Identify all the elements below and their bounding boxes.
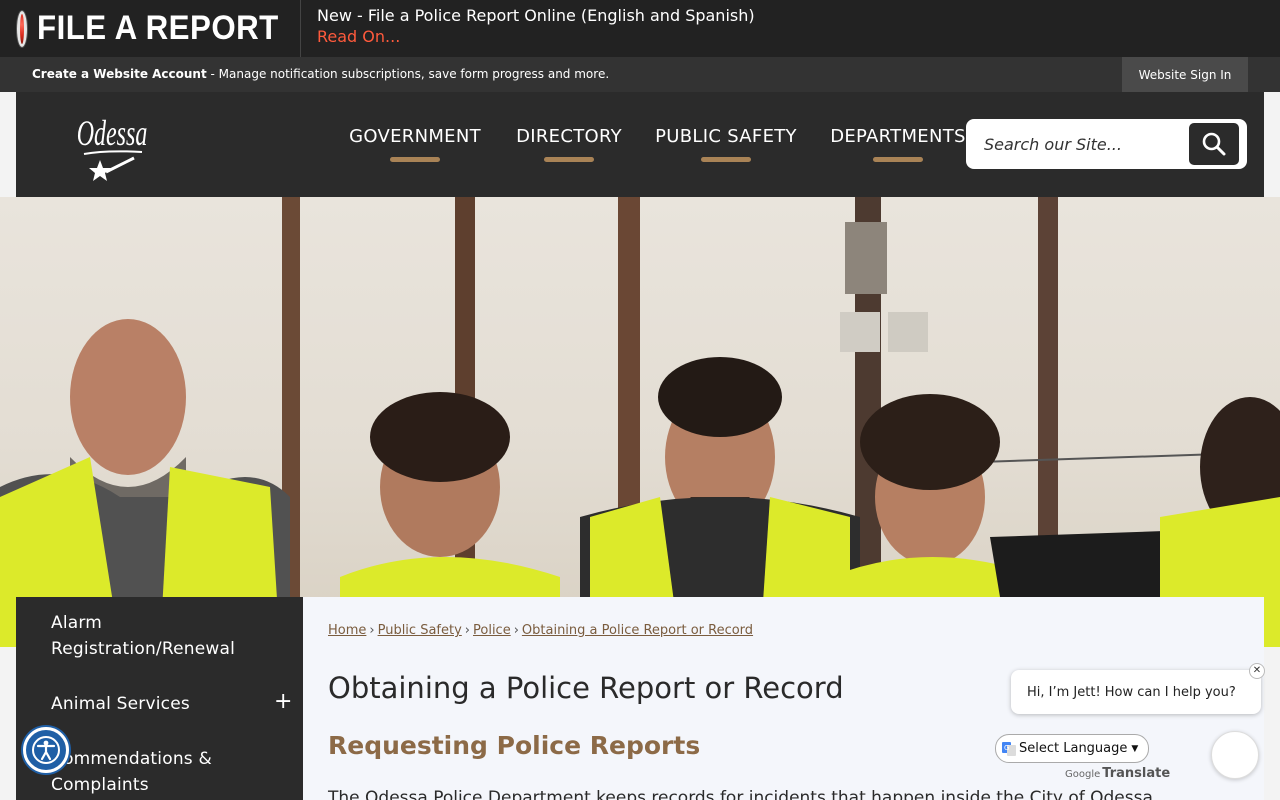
alert-banner-link[interactable]: FILE A REPORT [0, 0, 301, 57]
search-input[interactable] [966, 119, 1188, 169]
create-account-link[interactable]: Create a Website Account [32, 67, 207, 81]
account-message: Create a Website Account - Manage notifi… [32, 67, 609, 81]
language-select[interactable]: G Select Language ▼ [995, 734, 1149, 763]
body-paragraph: The Odessa Police Department keeps recor… [328, 788, 1159, 800]
nav-directory[interactable]: DIRECTORY [498, 92, 640, 197]
svg-text:G: G [1004, 744, 1009, 752]
search-icon [1202, 132, 1226, 156]
hero-photo [0, 197, 1280, 647]
alert-bar: FILE A REPORT New - File a Police Report… [0, 0, 1280, 57]
nav-public-safety[interactable]: PUBLIC SAFETY [640, 92, 812, 197]
accessibility-button[interactable] [23, 727, 69, 773]
chevron-down-icon: ▼ [1131, 743, 1139, 754]
alert-title: FILE A REPORT [37, 9, 279, 47]
chat-launcher-button[interactable] [1211, 731, 1259, 779]
hero-image [0, 197, 1280, 647]
breadcrumb-current[interactable]: Obtaining a Police Report or Record [522, 623, 753, 638]
google-brand: Google [1065, 769, 1101, 780]
sidebar-nav: Alarm Registration/Renewal Animal Servic… [16, 597, 303, 800]
chat-close-button[interactable]: ✕ [1249, 663, 1265, 679]
svg-text:Odessa: Odessa [77, 113, 148, 153]
odessa-logo[interactable]: Odessa [76, 110, 148, 184]
breadcrumb-home[interactable]: Home [328, 623, 366, 638]
breadcrumb-separator: › [369, 623, 375, 638]
breadcrumb-separator: › [464, 623, 470, 638]
account-bar: Create a Website Account - Manage notifi… [0, 57, 1280, 92]
nav-departments[interactable]: DEPARTMENTS [812, 92, 984, 197]
google-translate-credit: Google Translate [1065, 766, 1170, 781]
google-translate-icon: G [1002, 741, 1016, 756]
nav-government[interactable]: GOVERNMENT [332, 92, 498, 197]
website-sign-in-button[interactable]: Website Sign In [1122, 57, 1248, 92]
alert-circle-icon [17, 10, 28, 47]
breadcrumb: Home › Public Safety › Police › Obtaining a Po… [328, 623, 753, 638]
read-on-link[interactable]: Read On... [317, 26, 400, 48]
accessibility-icon [32, 736, 60, 764]
breadcrumb-police[interactable]: Police [473, 623, 511, 638]
breadcrumb-public-safety[interactable]: Public Safety [378, 623, 462, 638]
sidebar-item-alarm-registration[interactable]: Alarm Registration/Renewal [51, 610, 291, 662]
section-heading: Requesting Police Reports [328, 731, 701, 760]
language-select-label: Select Language [1019, 741, 1128, 756]
chat-greeting-bubble[interactable]: Hi, I’m Jett! How can I help you? [1011, 670, 1261, 714]
alert-message: New - File a Police Report Online (Engli… [317, 6, 755, 25]
sidebar-item-animal-services[interactable]: Animal Services [51, 691, 291, 717]
nav-underline [390, 157, 440, 162]
account-description: - Manage notification subscriptions, sav… [206, 67, 610, 81]
odessa-logo-icon: Odessa [77, 113, 148, 181]
nav-underline [544, 157, 594, 162]
search-button[interactable] [1189, 123, 1239, 165]
main-nav: GOVERNMENT DIRECTORY PUBLIC SAFETY DEPAR… [332, 92, 984, 197]
page-title: Obtaining a Police Report or Record [328, 671, 844, 705]
translate-link[interactable]: Translate [1102, 766, 1170, 781]
breadcrumb-separator: › [513, 623, 519, 638]
alert-content: New - File a Police Report Online (Engli… [301, 0, 755, 57]
site-header: Odessa GOVERNMENT DIRECTORY PUBLIC SAFET… [16, 92, 1264, 197]
chat-greeting-text: Hi, I’m Jett! How can I help you? [1027, 684, 1236, 700]
expand-toggle-animal-services[interactable]: + [274, 689, 292, 715]
search-box [966, 119, 1247, 169]
nav-underline [701, 157, 751, 162]
sidebar-item-commendations[interactable]: Commendations & Complaints [51, 746, 291, 798]
nav-underline [873, 157, 923, 162]
